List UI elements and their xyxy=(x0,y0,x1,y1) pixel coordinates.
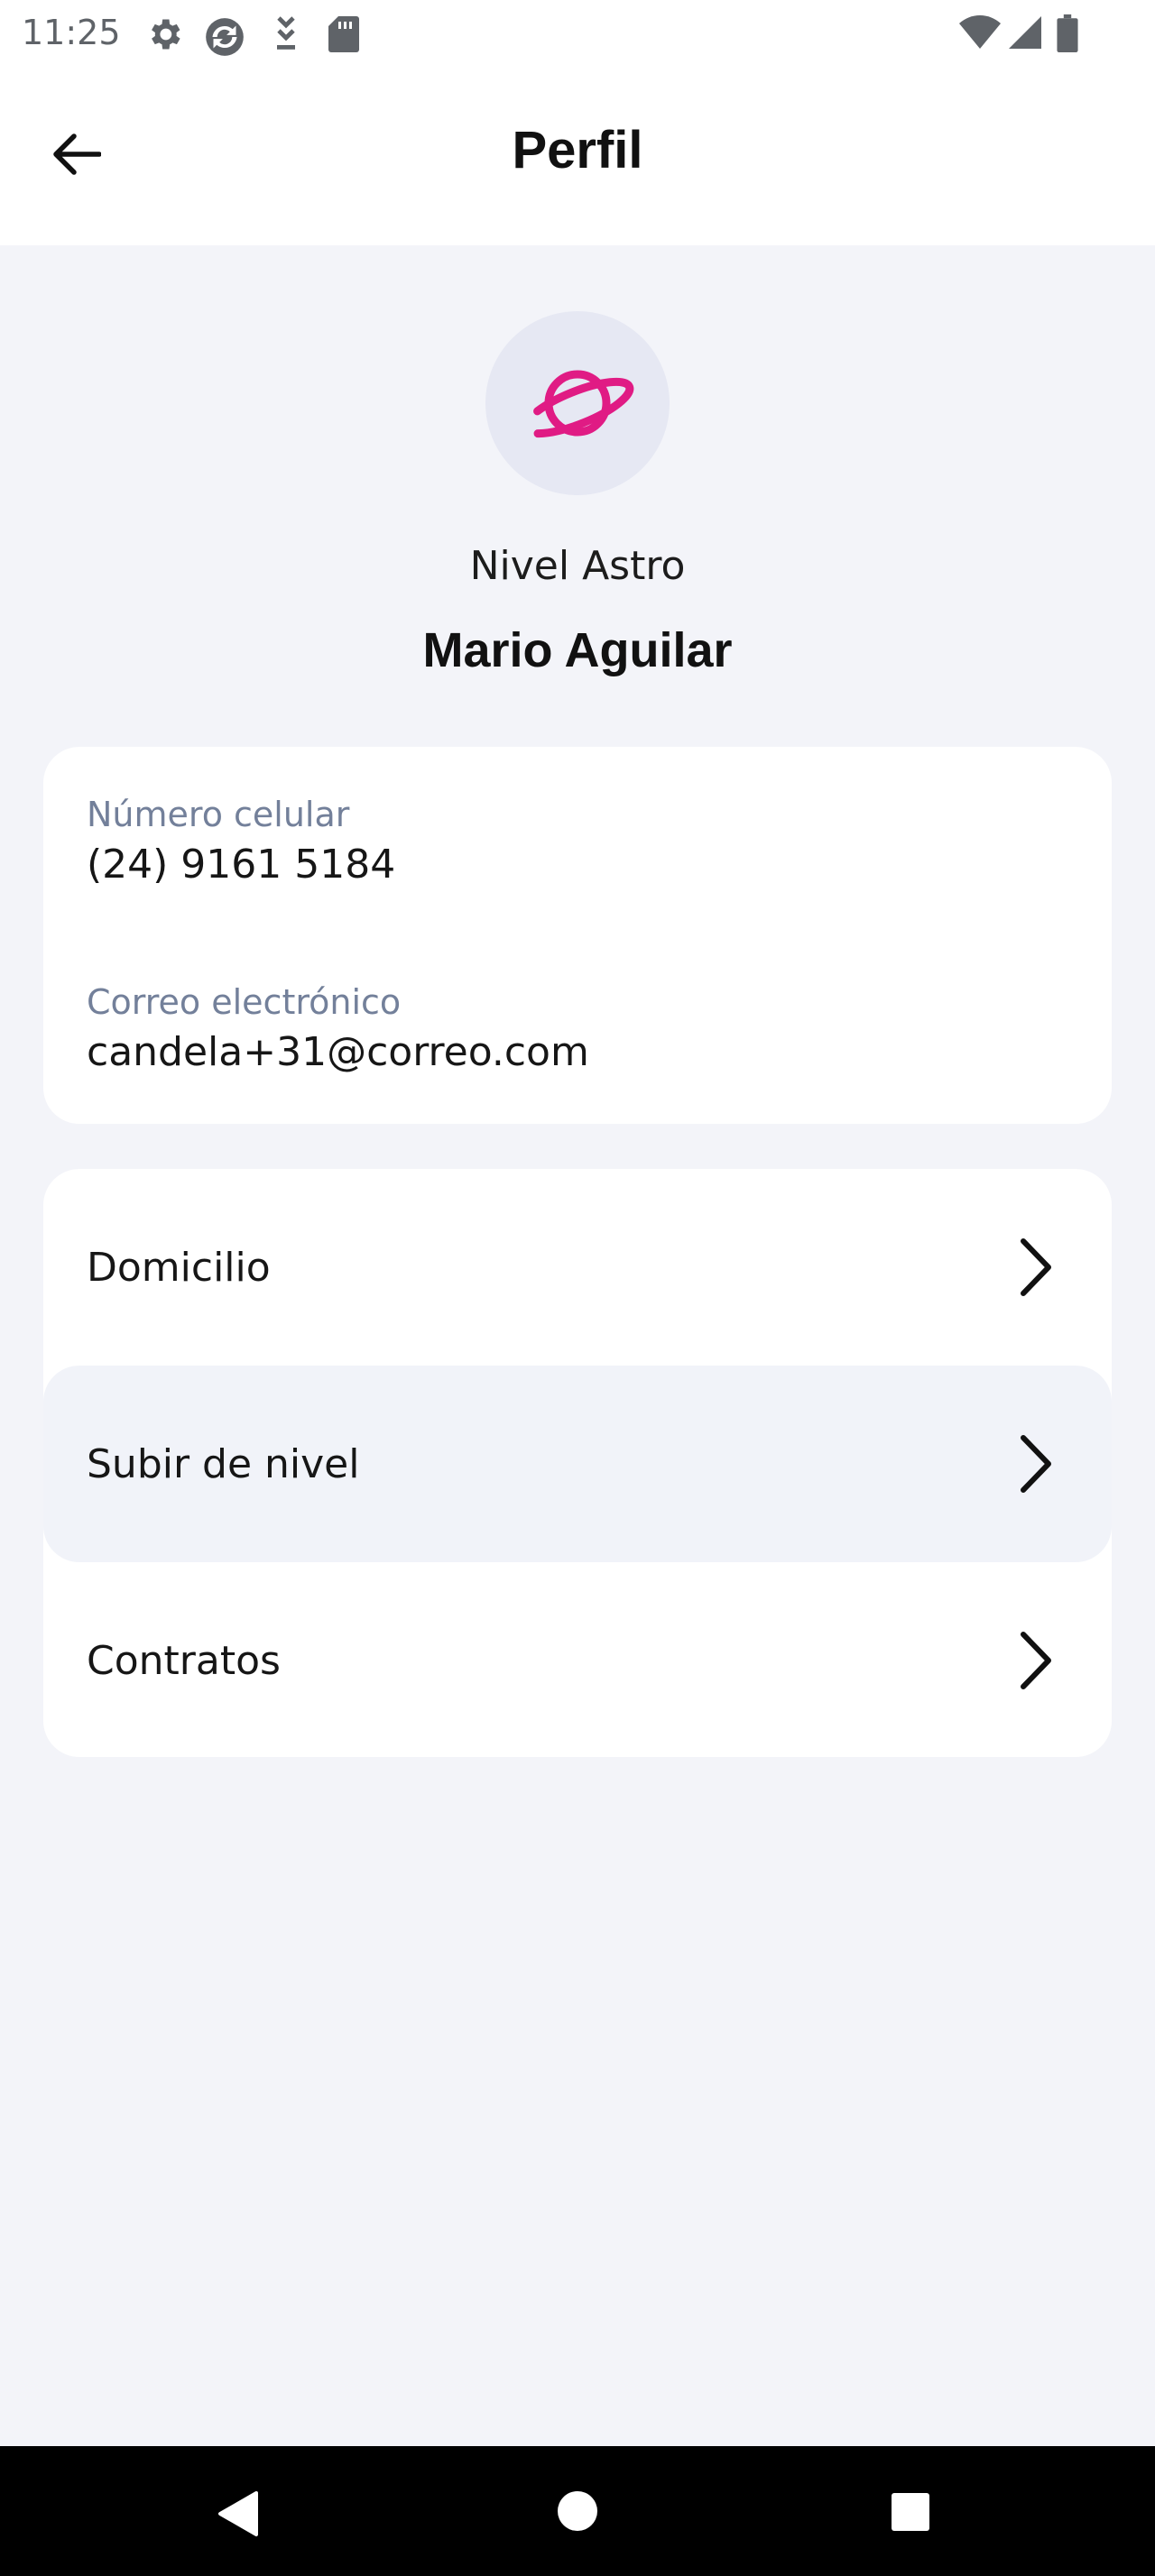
menu-card: Domicilio Subir de nivel Contratos xyxy=(43,1169,1112,1757)
settings-icon xyxy=(152,19,180,50)
back-triangle-icon[interactable] xyxy=(215,2489,263,2538)
menu-item-domicilio[interactable]: Domicilio xyxy=(43,1169,1112,1366)
page-title: Perfil xyxy=(512,121,643,179)
user-name: Mario Aguilar xyxy=(422,623,733,677)
chevron-right-icon xyxy=(1021,1435,1051,1493)
chevron-right-icon xyxy=(1021,1632,1051,1689)
menu-item-label: Subir de nivel xyxy=(87,1440,360,1487)
planet-icon xyxy=(521,370,634,438)
sync-icon xyxy=(206,18,244,56)
menu-item-contratos[interactable]: Contratos xyxy=(43,1562,1112,1757)
chevron-right-icon xyxy=(1021,1238,1051,1296)
battery-icon xyxy=(1057,14,1078,52)
app-bar: Perfil xyxy=(0,65,1155,245)
system-nav-bar xyxy=(0,2446,1155,2576)
contact-card: Número celular (24) 9161 5184 Correo ele… xyxy=(43,747,1112,1124)
phone-value: (24) 9161 5184 xyxy=(87,842,396,888)
avatar xyxy=(485,311,670,495)
menu-item-subir-de-nivel[interactable]: Subir de nivel xyxy=(43,1366,1112,1562)
recents-square-icon[interactable] xyxy=(890,2491,931,2533)
wifi-icon xyxy=(959,15,1001,49)
menu-item-label: Domicilio xyxy=(87,1244,271,1291)
status-time: 11:25 xyxy=(22,13,121,52)
signal-icon xyxy=(1009,16,1041,49)
level-label: Nivel Astro xyxy=(469,543,686,589)
home-circle-icon[interactable] xyxy=(556,2489,599,2533)
email-value: candela+31@correo.com xyxy=(87,1029,589,1075)
status-bar: 11:25 xyxy=(0,0,1155,65)
email-label: Correo electrónico xyxy=(87,982,402,1022)
sd-card-icon xyxy=(328,16,359,52)
phone-label: Número celular xyxy=(87,795,350,834)
download-icon xyxy=(277,16,295,50)
menu-item-label: Contratos xyxy=(87,1637,281,1684)
